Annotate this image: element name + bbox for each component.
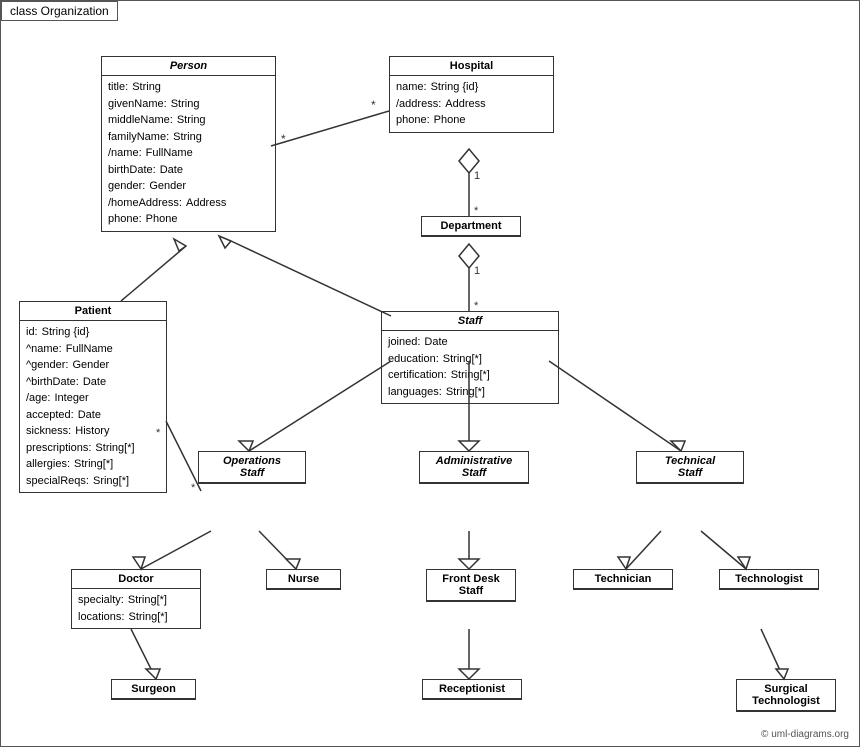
doctor-attrs: specialty:String[*] locations:String[*] — [72, 589, 200, 628]
hospital-box: Hospital name:String {id} /address:Addre… — [389, 56, 554, 133]
diagram-container: class Organization * * 1 * 1 * — [0, 0, 860, 747]
svg-text:*: * — [191, 482, 196, 494]
staff-attrs: joined:Date education:String[*] certific… — [382, 331, 558, 403]
person-title: Person — [102, 57, 275, 76]
technical-staff-title: Technical Staff — [637, 452, 743, 483]
staff-title: Staff — [382, 312, 558, 331]
doctor-title: Doctor — [72, 570, 200, 589]
nurse-title: Nurse — [267, 570, 340, 589]
department-box: Department — [421, 216, 521, 237]
surgeon-title: Surgeon — [112, 680, 195, 699]
surgical-technologist-box: Surgical Technologist — [736, 679, 836, 712]
administrative-staff-box: Administrative Staff — [419, 451, 529, 484]
person-attrs: title:String givenName:String middleName… — [102, 76, 275, 231]
patient-box: Patient id:String {id} ^name:FullName ^g… — [19, 301, 167, 493]
surgeon-box: Surgeon — [111, 679, 196, 700]
administrative-staff-title: Administrative Staff — [420, 452, 528, 483]
svg-text:1: 1 — [474, 170, 480, 182]
receptionist-title: Receptionist — [423, 680, 521, 699]
patient-attrs: id:String {id} ^name:FullName ^gender:Ge… — [20, 321, 166, 492]
receptionist-box: Receptionist — [422, 679, 522, 700]
technologist-box: Technologist — [719, 569, 819, 590]
operations-staff-title: Operations Staff — [199, 452, 305, 483]
svg-text:1: 1 — [474, 265, 480, 277]
copyright: © uml-diagrams.org — [761, 729, 849, 740]
person-box: Person title:String givenName:String mid… — [101, 56, 276, 232]
nurse-box: Nurse — [266, 569, 341, 590]
front-desk-staff-title: Front Desk Staff — [427, 570, 515, 601]
diagram-title: class Organization — [1, 1, 118, 21]
technician-box: Technician — [573, 569, 673, 590]
operations-staff-box: Operations Staff — [198, 451, 306, 484]
staff-box: Staff joined:Date education:String[*] ce… — [381, 311, 559, 404]
svg-text:*: * — [371, 98, 376, 112]
hospital-title: Hospital — [390, 57, 553, 76]
svg-text:*: * — [281, 132, 286, 146]
technician-title: Technician — [574, 570, 672, 589]
technical-staff-box: Technical Staff — [636, 451, 744, 484]
surgical-technologist-title: Surgical Technologist — [737, 680, 835, 711]
doctor-box: Doctor specialty:String[*] locations:Str… — [71, 569, 201, 629]
patient-title: Patient — [20, 302, 166, 321]
department-title: Department — [422, 217, 520, 236]
technologist-title: Technologist — [720, 570, 818, 589]
front-desk-staff-box: Front Desk Staff — [426, 569, 516, 602]
hospital-attrs: name:String {id} /address:Address phone:… — [390, 76, 553, 132]
